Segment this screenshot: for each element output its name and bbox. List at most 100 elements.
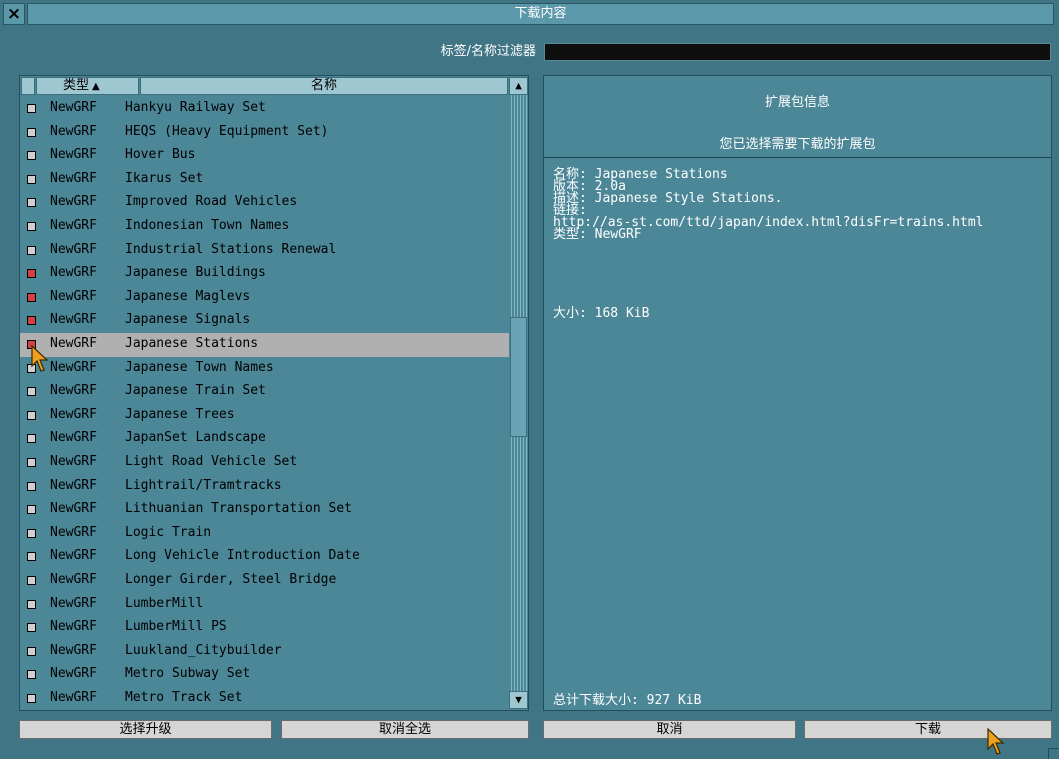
- cancel-button[interactable]: 取消: [543, 720, 796, 739]
- row-checkbox[interactable]: [27, 528, 36, 538]
- list-row[interactable]: NewGRF Hover Bus: [20, 144, 509, 168]
- row-checkbox[interactable]: [27, 481, 36, 491]
- mouse-cursor-icon: [31, 345, 49, 372]
- row-name: Lightrail/Tramtracks: [125, 477, 282, 493]
- row-type: NewGRF: [50, 477, 97, 493]
- row-type: NewGRF: [50, 501, 97, 517]
- scroll-up-icon[interactable]: ▲: [509, 77, 528, 95]
- list-row[interactable]: NewGRF Japanese Town Names: [20, 357, 509, 381]
- unselect-all-button[interactable]: 取消全选: [281, 720, 529, 739]
- row-type: NewGRF: [50, 595, 97, 611]
- checkbox-column-header[interactable]: [21, 77, 35, 95]
- download-content-window: × 下载内容 标签/名称过滤器 类型 ▲ 名称 NewGRF Hankyu Rail…: [0, 0, 1059, 759]
- scroll-down-icon[interactable]: ▼: [509, 691, 528, 709]
- list-row[interactable]: NewGRF Logic Train: [20, 522, 509, 546]
- select-upgrades-button[interactable]: 选择升级: [19, 720, 272, 739]
- row-type: NewGRF: [50, 524, 97, 540]
- list-row[interactable]: NewGRF Lightrail/Tramtracks: [20, 475, 509, 499]
- row-type: NewGRF: [50, 288, 97, 304]
- window-title: 下载内容: [514, 6, 567, 21]
- row-type: NewGRF: [50, 548, 97, 564]
- list-row[interactable]: NewGRF Indonesian Town Names: [20, 215, 509, 239]
- mouse-cursor-icon-secondary: [987, 728, 1005, 755]
- row-name: Japanese Buildings: [125, 265, 266, 281]
- list-row[interactable]: NewGRF Light Road Vehicle Set: [20, 451, 509, 475]
- scrollbar-thumb[interactable]: [510, 317, 527, 437]
- row-checkbox[interactable]: [27, 316, 36, 326]
- row-checkbox[interactable]: [27, 505, 36, 515]
- row-name: LumberMill PS: [125, 619, 227, 635]
- close-button[interactable]: ×: [3, 3, 25, 25]
- info-name: 名称: Japanese Stations: [553, 167, 728, 182]
- row-checkbox[interactable]: [27, 222, 36, 231]
- row-type: NewGRF: [50, 642, 97, 658]
- row-checkbox[interactable]: [27, 599, 36, 609]
- row-type: NewGRF: [50, 218, 97, 233]
- info-size: 大小: 168 KiB: [553, 306, 650, 321]
- content-list: NewGRF Hankyu Railway Set NewGRF HEQS (Heav…: [20, 97, 509, 709]
- row-checkbox[interactable]: [27, 623, 36, 633]
- row-name: HEQS (Heavy Equipment Set): [125, 123, 329, 139]
- list-row[interactable]: NewGRF Improved Road Vehicles: [20, 191, 509, 215]
- row-checkbox[interactable]: [27, 151, 36, 161]
- download-button[interactable]: 下载: [804, 720, 1052, 739]
- name-column-header[interactable]: 名称: [140, 77, 508, 95]
- list-row[interactable]: NewGRF Industrial Stations Renewal: [20, 239, 509, 263]
- info-details: 名称: Japanese Stations 版本: 2.0a 描述: Japan…: [553, 167, 1045, 242]
- row-checkbox[interactable]: [27, 127, 36, 137]
- row-type: NewGRF: [50, 265, 97, 281]
- row-name: Japanese Trees: [125, 406, 235, 422]
- list-row[interactable]: NewGRF HEQS (Heavy Equipment Set): [20, 121, 509, 145]
- row-checkbox[interactable]: [27, 670, 36, 680]
- type-column-label: 类型: [63, 78, 90, 93]
- title-bar[interactable]: × 下载内容: [0, 0, 1059, 26]
- list-row[interactable]: NewGRF Lithuanian Transportation Set: [20, 498, 509, 522]
- list-row[interactable]: NewGRF JapanSet Landscape: [20, 427, 509, 451]
- row-type: NewGRF: [50, 170, 97, 186]
- list-scrollbar[interactable]: ▲ ▼: [509, 77, 528, 709]
- list-row[interactable]: NewGRF Japanese Buildings: [20, 262, 509, 286]
- row-type: NewGRF: [50, 572, 97, 587]
- row-type: NewGRF: [50, 123, 97, 139]
- row-type: NewGRF: [50, 359, 97, 375]
- row-name: Japanese Stations: [125, 336, 259, 351]
- list-row[interactable]: NewGRF Metro Subway Set: [20, 663, 509, 687]
- list-row[interactable]: NewGRF Japanese Signals: [20, 309, 509, 333]
- list-row[interactable]: NewGRF Ikarus Set: [20, 168, 509, 192]
- list-row[interactable]: NewGRF Japanese Maglevs: [20, 286, 509, 310]
- row-checkbox[interactable]: [27, 434, 36, 444]
- type-column-header[interactable]: 类型 ▲: [36, 77, 139, 95]
- row-type: NewGRF: [50, 690, 97, 705]
- list-row[interactable]: NewGRF LumberMill PS: [20, 616, 509, 640]
- row-checkbox[interactable]: [27, 269, 36, 279]
- resize-grip-icon[interactable]: [1048, 748, 1059, 759]
- row-checkbox[interactable]: [27, 410, 36, 420]
- list-row[interactable]: NewGRF LumberMill: [20, 593, 509, 617]
- row-checkbox[interactable]: [27, 694, 36, 703]
- row-checkbox[interactable]: [27, 387, 36, 397]
- list-row[interactable]: NewGRF Hankyu Railway Set: [20, 97, 509, 121]
- row-checkbox[interactable]: [27, 198, 36, 208]
- filter-input[interactable]: [544, 43, 1051, 61]
- list-row[interactable]: NewGRF Japanese Train Set: [20, 380, 509, 404]
- list-row[interactable]: NewGRF Metro Track Set: [20, 687, 509, 709]
- row-checkbox[interactable]: [27, 576, 36, 585]
- title-bar-background[interactable]: 下载内容: [27, 3, 1054, 25]
- list-row[interactable]: NewGRF Luukland_Citybuilder: [20, 640, 509, 664]
- row-checkbox[interactable]: [27, 552, 36, 562]
- row-checkbox[interactable]: [27, 646, 36, 656]
- row-name: Indonesian Town Names: [125, 218, 290, 233]
- row-checkbox[interactable]: [27, 292, 36, 302]
- row-checkbox[interactable]: [27, 104, 36, 113]
- info-type: 类型: NewGRF: [553, 227, 642, 242]
- row-name: Metro Subway Set: [125, 666, 251, 682]
- list-row[interactable]: NewGRF Longer Girder, Steel Bridge: [20, 569, 509, 593]
- row-checkbox[interactable]: [27, 245, 36, 255]
- row-checkbox[interactable]: [27, 174, 36, 184]
- row-name: Longer Girder, Steel Bridge: [125, 572, 337, 587]
- row-type: NewGRF: [50, 666, 97, 682]
- row-checkbox[interactable]: [27, 458, 36, 467]
- list-row[interactable]: NewGRF Japanese Stations: [20, 333, 509, 357]
- list-row[interactable]: NewGRF Japanese Trees: [20, 404, 509, 428]
- list-row[interactable]: NewGRF Long Vehicle Introduction Date: [20, 545, 509, 569]
